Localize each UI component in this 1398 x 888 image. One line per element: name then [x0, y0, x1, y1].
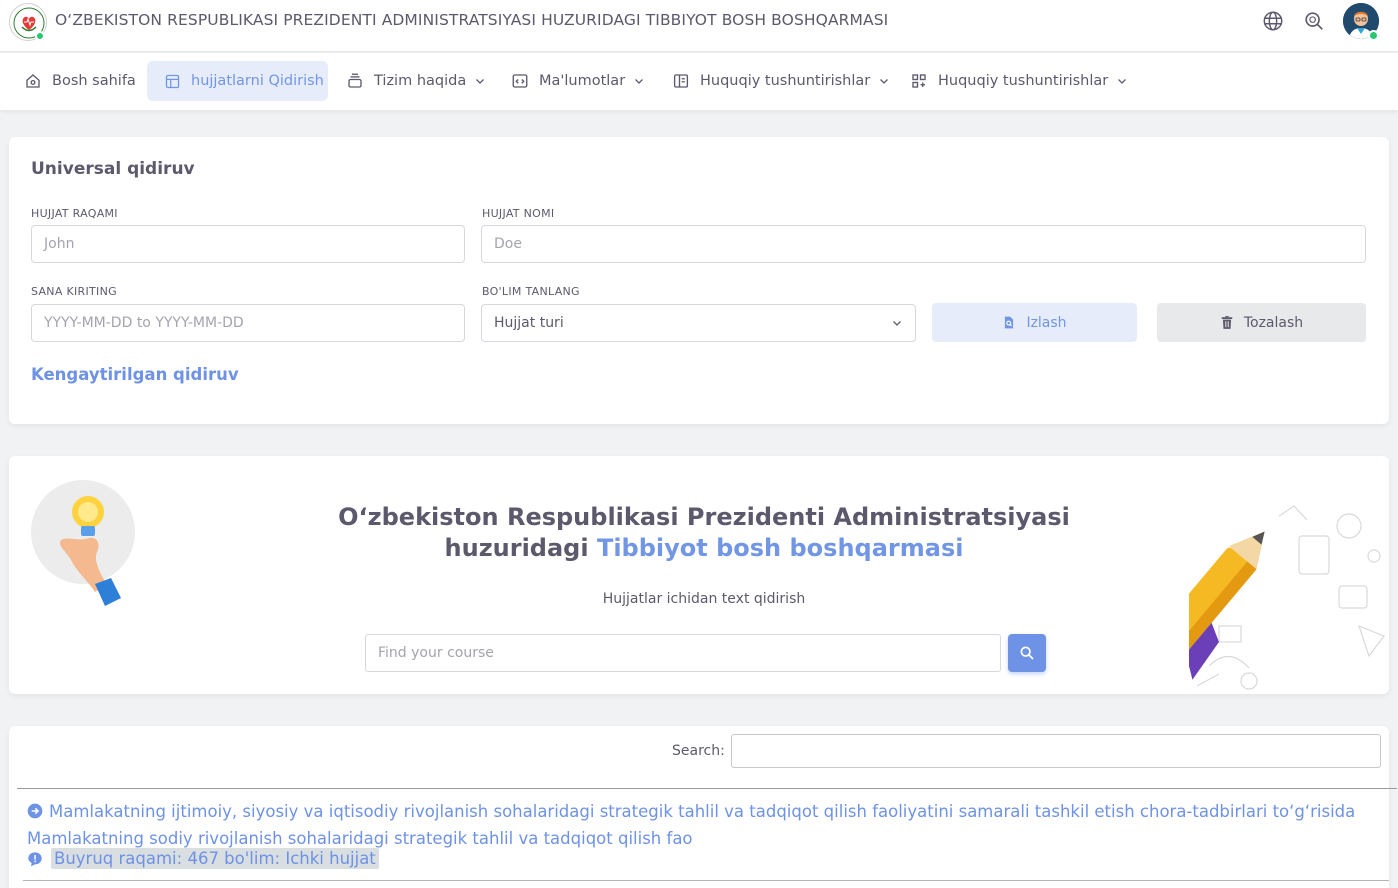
- doc-number-label: HUJJAT RAQAMI: [31, 207, 118, 220]
- book-icon: [673, 74, 689, 88]
- grid-plus-icon: [912, 74, 926, 88]
- date-label: SANA KIRITING: [31, 285, 117, 298]
- date-range-input[interactable]: YYYY-MM-DD to YYYY-MM-DD: [31, 304, 465, 342]
- nav-item-legal-explanations-2[interactable]: Huquqiy tushuntirishlar: [900, 61, 1138, 101]
- table-search-input[interactable]: [731, 734, 1381, 768]
- layout-icon: [165, 74, 180, 88]
- fulltext-search-input[interactable]: Find your course: [365, 634, 1001, 672]
- search-icon: [1020, 646, 1034, 660]
- divider: [17, 788, 1397, 789]
- nav-item-document-search[interactable]: hujjatlarni Qidirish: [147, 61, 328, 101]
- hero-subtitle: Hujjatlar ichidan text qidirish: [602, 591, 806, 607]
- message-alert-icon: [28, 851, 42, 866]
- chevron-down-icon: [476, 79, 485, 84]
- search-icon[interactable]: [1302, 9, 1326, 33]
- section-select-value: Hujjat turi: [494, 315, 564, 331]
- nav-item-about-system[interactable]: Tizim haqida: [336, 61, 496, 101]
- app-title: O‘ZBEKISTON RESPUBLIKASI PREZIDENTI ADMI…: [55, 11, 889, 29]
- hero-title-prefix: huzuridagi: [444, 534, 597, 562]
- home-icon: [26, 74, 40, 88]
- doc-number-input[interactable]: John: [31, 225, 465, 263]
- chevron-down-icon: [880, 79, 889, 84]
- language-globe-icon[interactable]: [1261, 9, 1285, 33]
- clear-button[interactable]: Tozalash: [1157, 303, 1366, 342]
- hero-title-highlight: Tibbiyot bosh boshqarmasi: [596, 534, 964, 562]
- nav-label: hujjatlarni Qidirish: [191, 73, 324, 89]
- card-title: Universal qidiruv: [31, 159, 195, 179]
- hero-title-line1: O‘zbekiston Respublikasi Prezidenti Admi…: [338, 503, 1070, 531]
- result-title-text: Mamlakatning ijtimoiy, siyosiy va iqtiso…: [27, 802, 1356, 848]
- nav-label: Huquqiy tushuntirishlar: [938, 73, 1109, 89]
- doc-name-label: HUJJAT NOMI: [482, 207, 555, 220]
- advanced-search-link[interactable]: Kengaytirilgan qidiruv: [31, 365, 239, 384]
- chevron-down-icon: [1118, 79, 1127, 84]
- fulltext-search-button[interactable]: [1008, 634, 1046, 672]
- top-header: O‘ZBEKISTON RESPUBLIKASI PREZIDENTI ADMI…: [0, 0, 1398, 52]
- universal-search-card: Universal qidiruv HUJJAT RAQAMI John HUJ…: [9, 137, 1389, 424]
- chevron-down-icon: [893, 321, 901, 326]
- code-window-icon: [512, 74, 528, 88]
- nav-label: Huquqiy tushuntirishlar: [700, 73, 871, 89]
- nav-label: Tizim haqida: [374, 73, 467, 89]
- section-label: BO'LIM TANLANG: [482, 285, 580, 298]
- stack-icon: [348, 73, 362, 88]
- arrow-right-circle-icon: [27, 801, 43, 826]
- file-search-icon: [1005, 316, 1014, 329]
- result-item-title[interactable]: Mamlakatning ijtimoiy, siyosiy va iqtiso…: [27, 799, 1387, 851]
- result-meta-badge: Buyruq raqami: 467 bo'lim: Ichki hujjat: [51, 848, 379, 869]
- nav-item-home[interactable]: Bosh sahifa: [14, 61, 146, 101]
- divider: [23, 880, 1389, 881]
- search-button-label: Izlash: [1026, 314, 1067, 331]
- hero-title-line2: huzuridagi Tibbiyot bosh boshqarmasi: [9, 533, 1389, 564]
- results-card: Search: Mamlakatning ijtimoiy, siyosiy v…: [9, 726, 1397, 888]
- avatar-online-dot: [1368, 30, 1379, 41]
- online-status-dot: [35, 31, 45, 41]
- chevron-down-icon: [635, 79, 644, 84]
- trash-icon: [1221, 316, 1233, 329]
- search-button[interactable]: Izlash: [932, 303, 1137, 342]
- nav-item-legal-explanations[interactable]: Huquqiy tushuntirishlar: [662, 61, 900, 101]
- nav-item-information[interactable]: Ma'lumotlar: [501, 61, 655, 101]
- table-search-label: Search:: [672, 743, 725, 759]
- hero-search-card: O‘zbekiston Respublikasi Prezidenti Admi…: [9, 456, 1389, 694]
- doc-name-input[interactable]: Doe: [481, 225, 1366, 263]
- result-item-meta: Buyruq raqami: 467 bo'lim: Ichki hujjat: [27, 848, 379, 869]
- clear-button-label: Tozalash: [1243, 314, 1304, 331]
- nav-label: Bosh sahifa: [52, 73, 136, 89]
- main-navbar: Bosh sahifa hujjatlarni Qidirish Tizim h…: [0, 53, 1398, 110]
- pencil-rocket-illustration: [1131, 496, 1389, 694]
- nav-label: Ma'lumotlar: [539, 73, 626, 89]
- section-select[interactable]: Hujjat turi: [481, 304, 916, 342]
